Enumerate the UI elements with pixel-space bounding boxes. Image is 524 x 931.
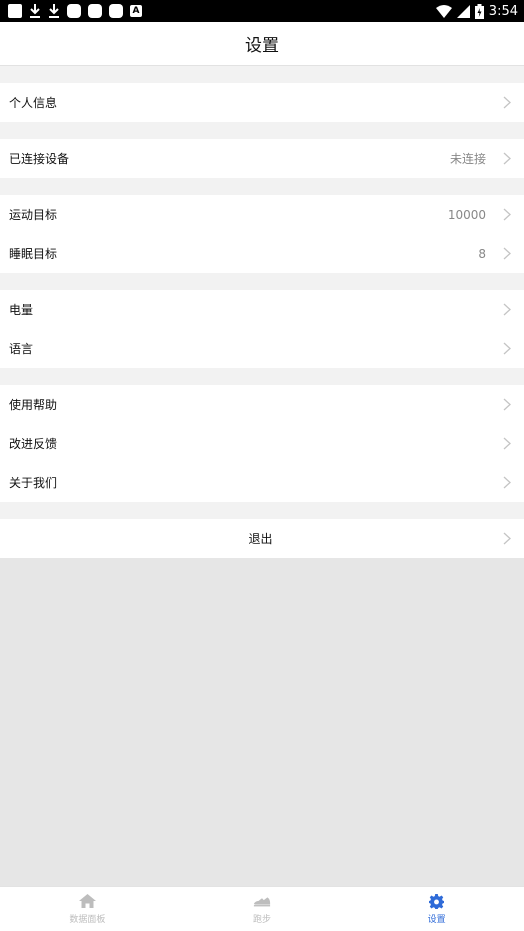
settings-item-label: 个人信息 — [9, 96, 58, 110]
chevron-right-icon — [502, 208, 512, 222]
chevron-right-icon — [502, 152, 512, 166]
settings-item-label: 关于我们 — [9, 476, 58, 490]
download-icon — [48, 3, 60, 19]
chevron-right-icon — [502, 96, 512, 110]
settings-item-profile[interactable]: 个人信息 — [0, 83, 524, 122]
section-gap — [0, 273, 524, 290]
tab-dashboard[interactable]: 数据面板 — [27, 893, 147, 925]
download-icon — [29, 3, 41, 19]
settings-list: 个人信息 已连接设备 未连接 运动目标 10000 睡眠目标 8 电量 语言 使… — [0, 66, 524, 558]
a-notification-icon: A — [130, 5, 142, 17]
settings-item-label: 已连接设备 — [9, 152, 70, 166]
tab-label: 设置 — [427, 915, 446, 925]
chevron-right-icon — [502, 476, 512, 490]
battery-icon — [474, 3, 484, 19]
tab-running[interactable]: 跑步 — [202, 893, 322, 925]
settings-item-language[interactable]: 语言 — [0, 329, 524, 368]
chevron-right-icon — [502, 247, 512, 261]
chevron-right-icon — [502, 303, 512, 317]
status-bar: A 3:54 — [0, 0, 524, 22]
signal-icon — [456, 4, 470, 18]
chevron-right-icon — [502, 532, 512, 546]
system-icons: 3:54 — [435, 3, 518, 19]
home-icon — [78, 893, 96, 909]
settings-item-label: 电量 — [9, 303, 34, 317]
settings-item-label: 运动目标 — [9, 208, 58, 222]
settings-item-label: 语言 — [9, 342, 34, 356]
tab-bar: 数据面板 跑步 设置 — [0, 886, 524, 931]
settings-item-feedback[interactable]: 改进反馈 — [0, 424, 524, 463]
settings-item-value: 10000 — [447, 207, 486, 222]
chevron-right-icon — [502, 342, 512, 356]
logout-button[interactable]: 退出 — [0, 519, 524, 558]
settings-item-label: 改进反馈 — [9, 437, 58, 451]
section-gap — [0, 368, 524, 385]
app-notification-icon — [88, 4, 102, 18]
settings-item-sleep-goal[interactable]: 睡眠目标 8 — [0, 234, 524, 273]
running-shoe-icon — [253, 893, 271, 909]
wifi-icon — [435, 4, 452, 18]
settings-item-battery[interactable]: 电量 — [0, 290, 524, 329]
section-gap — [0, 178, 524, 195]
chevron-right-icon — [502, 398, 512, 412]
settings-item-label: 使用帮助 — [9, 398, 58, 412]
logout-label: 退出 — [248, 532, 273, 546]
tab-settings[interactable]: 设置 — [377, 893, 497, 925]
notification-icons: A — [8, 3, 142, 19]
settings-item-help[interactable]: 使用帮助 — [0, 385, 524, 424]
app-notification-icon — [109, 4, 123, 18]
settings-item-value: 未连接 — [449, 152, 486, 166]
section-gap — [0, 502, 524, 519]
tab-label: 数据面板 — [69, 915, 106, 925]
page-title: 设置 — [245, 36, 279, 56]
app-notification-icon — [67, 4, 81, 18]
tab-label: 跑步 — [252, 915, 271, 925]
settings-item-value: 8 — [478, 246, 486, 261]
header: 设置 — [0, 22, 524, 66]
settings-item-exercise-goal[interactable]: 运动目标 10000 — [0, 195, 524, 234]
settings-item-about[interactable]: 关于我们 — [0, 463, 524, 502]
settings-item-label: 睡眠目标 — [9, 247, 58, 261]
notification-square-icon — [8, 4, 22, 18]
section-gap — [0, 122, 524, 139]
settings-item-device[interactable]: 已连接设备 未连接 — [0, 139, 524, 178]
section-gap — [0, 66, 524, 83]
gear-icon — [428, 893, 446, 909]
chevron-right-icon — [502, 437, 512, 451]
clock: 3:54 — [488, 3, 518, 19]
